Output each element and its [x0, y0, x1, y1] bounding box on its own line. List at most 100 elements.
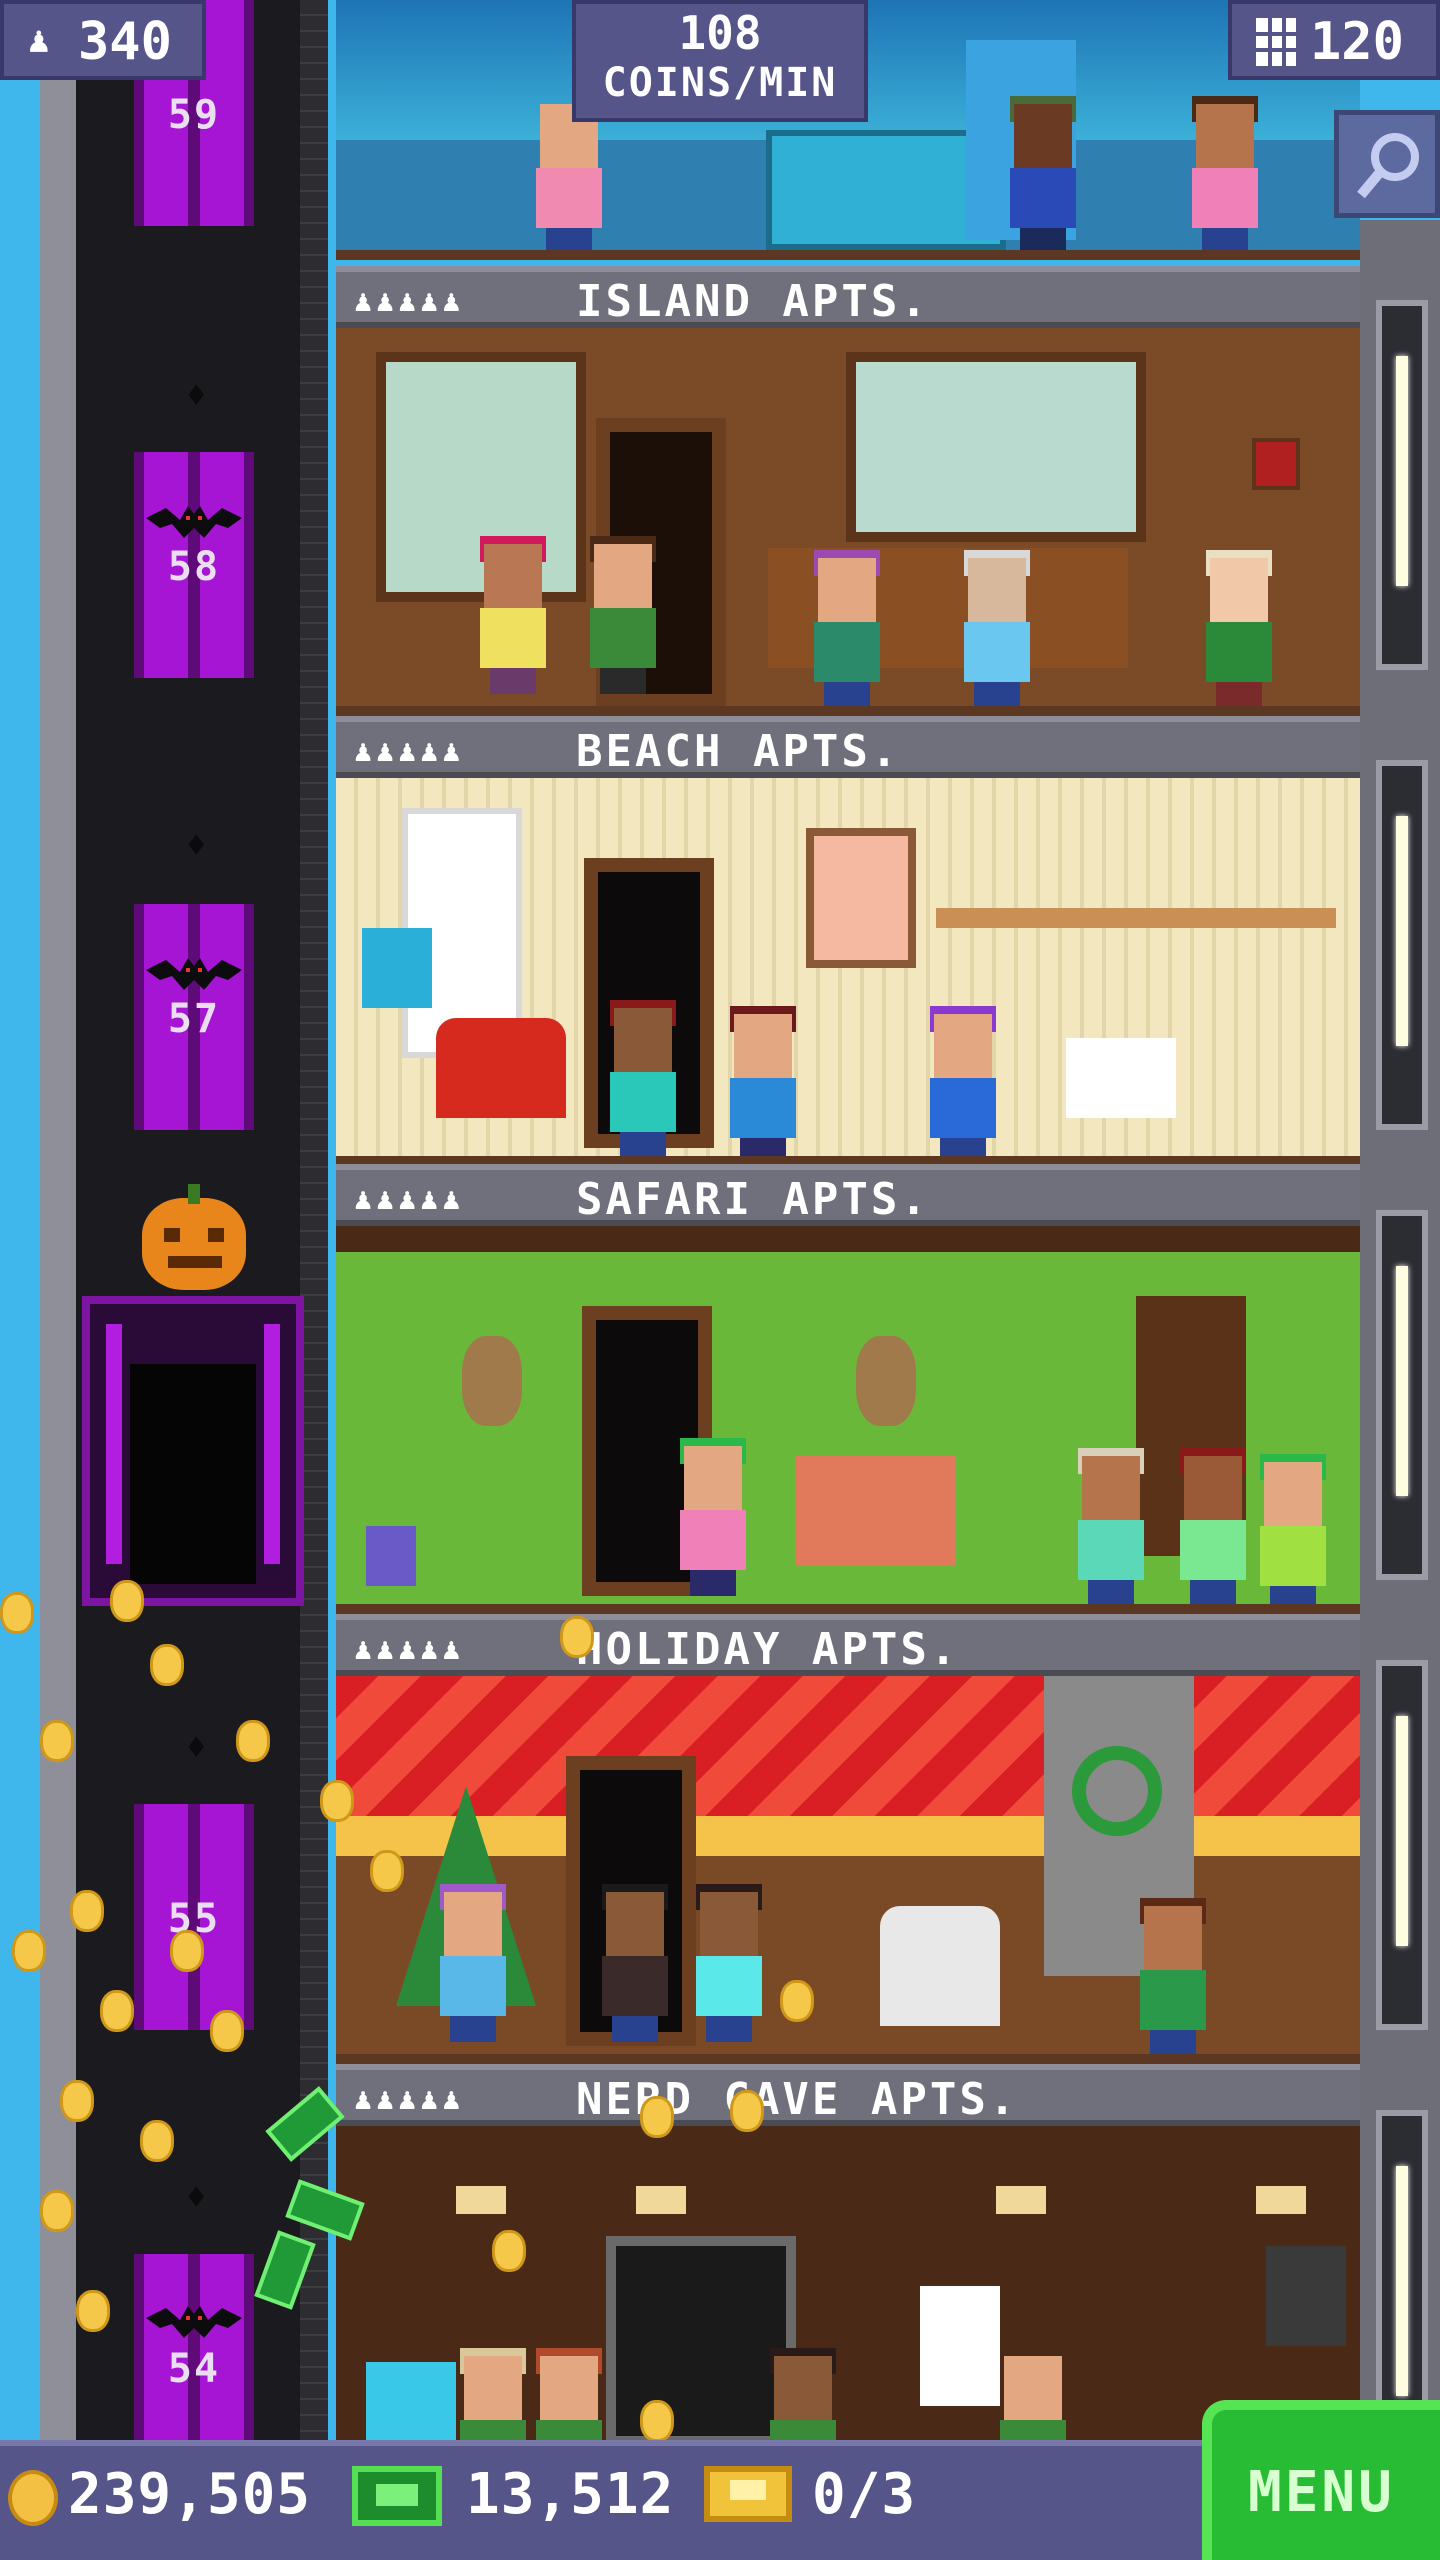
resident[interactable]: [996, 2348, 1070, 2440]
beach-apts-room[interactable]: [336, 778, 1360, 1166]
resident[interactable]: [1006, 96, 1080, 250]
coin-icon: [170, 1930, 204, 1972]
population-value: 340: [78, 12, 172, 72]
resident[interactable]: [436, 1884, 510, 2042]
resident[interactable]: [926, 1006, 1000, 1156]
floor-name: SAFARI APTS.: [576, 1174, 930, 1225]
coin-icon: [60, 2080, 94, 2122]
floor-label-nerd-cave[interactable]: ♟♟♟♟♟ NERD CAVE APTS.: [336, 2064, 1360, 2126]
floor-label-island[interactable]: ♟♟♟♟♟ ISLAND APTS.: [336, 266, 1360, 328]
resident[interactable]: [676, 1438, 750, 1596]
bux-value: 13,512: [466, 2462, 675, 2527]
coin-icon: [100, 1990, 134, 2032]
pumpkin-icon: [142, 1184, 246, 1290]
bat-ornament-icon: ♦: [186, 2178, 207, 2218]
bat-ornament-icon: ♦: [186, 1728, 207, 1768]
coin-icon: [492, 2230, 526, 2272]
resident-slots: ♟♟♟♟♟: [354, 284, 465, 319]
resident[interactable]: [598, 1884, 672, 2042]
population-icon: ♟: [28, 20, 50, 61]
search-icon: [1357, 133, 1419, 199]
search-button[interactable]: [1334, 110, 1440, 218]
bat-ornament-icon: ♦: [186, 826, 207, 866]
floor-counter[interactable]: 120: [1228, 0, 1440, 80]
coin-icon: [640, 2400, 674, 2442]
coin-icon: [370, 1850, 404, 1892]
resident[interactable]: [456, 2348, 530, 2440]
coins-per-min-panel: 108 COINS/MIN: [572, 0, 868, 122]
coin-icon: [76, 2290, 110, 2332]
elevator-floor-57[interactable]: 57: [134, 904, 254, 1130]
floor-count-value: 120: [1310, 12, 1404, 72]
population-counter[interactable]: ♟ 340: [0, 0, 206, 80]
floor-name: HOLIDAY APTS.: [576, 1624, 960, 1675]
safari-apts-room[interactable]: [336, 1226, 1360, 1614]
coin-icon: [780, 1980, 814, 2022]
resident-slots: ♟♟♟♟♟: [354, 1632, 465, 1667]
resident[interactable]: [1256, 1454, 1330, 1604]
menu-button[interactable]: MENU: [1202, 2400, 1440, 2560]
floor-label-beach[interactable]: ♟♟♟♟♟ BEACH APTS.: [336, 716, 1360, 778]
resident[interactable]: [810, 550, 884, 706]
elevator-floor-55[interactable]: 55: [134, 1804, 254, 2030]
resident[interactable]: [1136, 1898, 1210, 2054]
holiday-apts-room[interactable]: [336, 1676, 1360, 2064]
coins-value: 239,505: [68, 2462, 312, 2527]
resident[interactable]: [726, 1006, 800, 1156]
nerd-cave-apts-room[interactable]: [336, 2126, 1360, 2440]
floor-label-safari[interactable]: ♟♟♟♟♟ SAFARI APTS.: [336, 1164, 1360, 1226]
wall-lamp: [1376, 1210, 1428, 1580]
elevator-floor-number: 54: [167, 2346, 221, 2392]
coin-icon: [210, 2010, 244, 2052]
coin-icon: [40, 2190, 74, 2232]
coin-icon: [110, 1580, 144, 1622]
wall-lamp: [1376, 1660, 1428, 2030]
resident[interactable]: [532, 2348, 606, 2440]
elevator-car[interactable]: [82, 1296, 304, 1606]
resident-slots: ♟♟♟♟♟: [354, 734, 465, 769]
coins-per-min-label: COINS/MIN: [602, 60, 838, 106]
bat-ornament-icon: ♦: [186, 376, 207, 416]
elevator-floor-number: 57: [167, 996, 221, 1042]
elevator-floor-number: 58: [167, 544, 221, 590]
bat-icon: [146, 498, 242, 548]
coin-icon: [640, 2096, 674, 2138]
coin-icon: [40, 1720, 74, 1762]
coins-per-min-value: 108: [678, 6, 762, 60]
wall-lamp: [1376, 300, 1428, 670]
resident[interactable]: [766, 2348, 840, 2440]
wall-lamp: [1376, 760, 1428, 1130]
coin-icon: [12, 1930, 46, 1972]
elevator-rail: [300, 0, 328, 2440]
resident[interactable]: [692, 1884, 766, 2042]
coin-icon: [140, 2120, 174, 2162]
tower-left-edge: [40, 0, 76, 2440]
resident-slots: ♟♟♟♟♟: [354, 1182, 465, 1217]
elevator-floor-58[interactable]: 58: [134, 452, 254, 678]
resident[interactable]: [476, 536, 550, 694]
floor-name: BEACH APTS.: [576, 726, 901, 777]
menu-label: MENU: [1248, 2460, 1395, 2525]
tickets-value: 0/3: [812, 2462, 917, 2527]
resident-slots: ♟♟♟♟♟: [354, 2082, 465, 2117]
floor-name: ISLAND APTS.: [576, 276, 930, 327]
coin-icon: [8, 2470, 58, 2526]
resident[interactable]: [1074, 1448, 1148, 1604]
coin-icon: [0, 1592, 34, 1634]
resident[interactable]: [532, 104, 606, 250]
coin-icon: [70, 1890, 104, 1932]
floor-label-holiday[interactable]: ♟♟♟♟♟ HOLIDAY APTS.: [336, 1614, 1360, 1676]
bat-icon: [146, 2298, 242, 2348]
resident[interactable]: [960, 550, 1034, 706]
floors-icon: [1256, 18, 1296, 66]
resident[interactable]: [606, 1000, 680, 1156]
coin-icon: [236, 1720, 270, 1762]
coin-icon: [320, 1780, 354, 1822]
resident[interactable]: [1176, 1448, 1250, 1604]
resident[interactable]: [586, 536, 660, 694]
coin-icon: [730, 2090, 764, 2132]
bux-icon: [352, 2466, 442, 2526]
island-apts-room[interactable]: [336, 328, 1360, 716]
resident[interactable]: [1188, 96, 1262, 250]
resident[interactable]: [1202, 550, 1276, 706]
